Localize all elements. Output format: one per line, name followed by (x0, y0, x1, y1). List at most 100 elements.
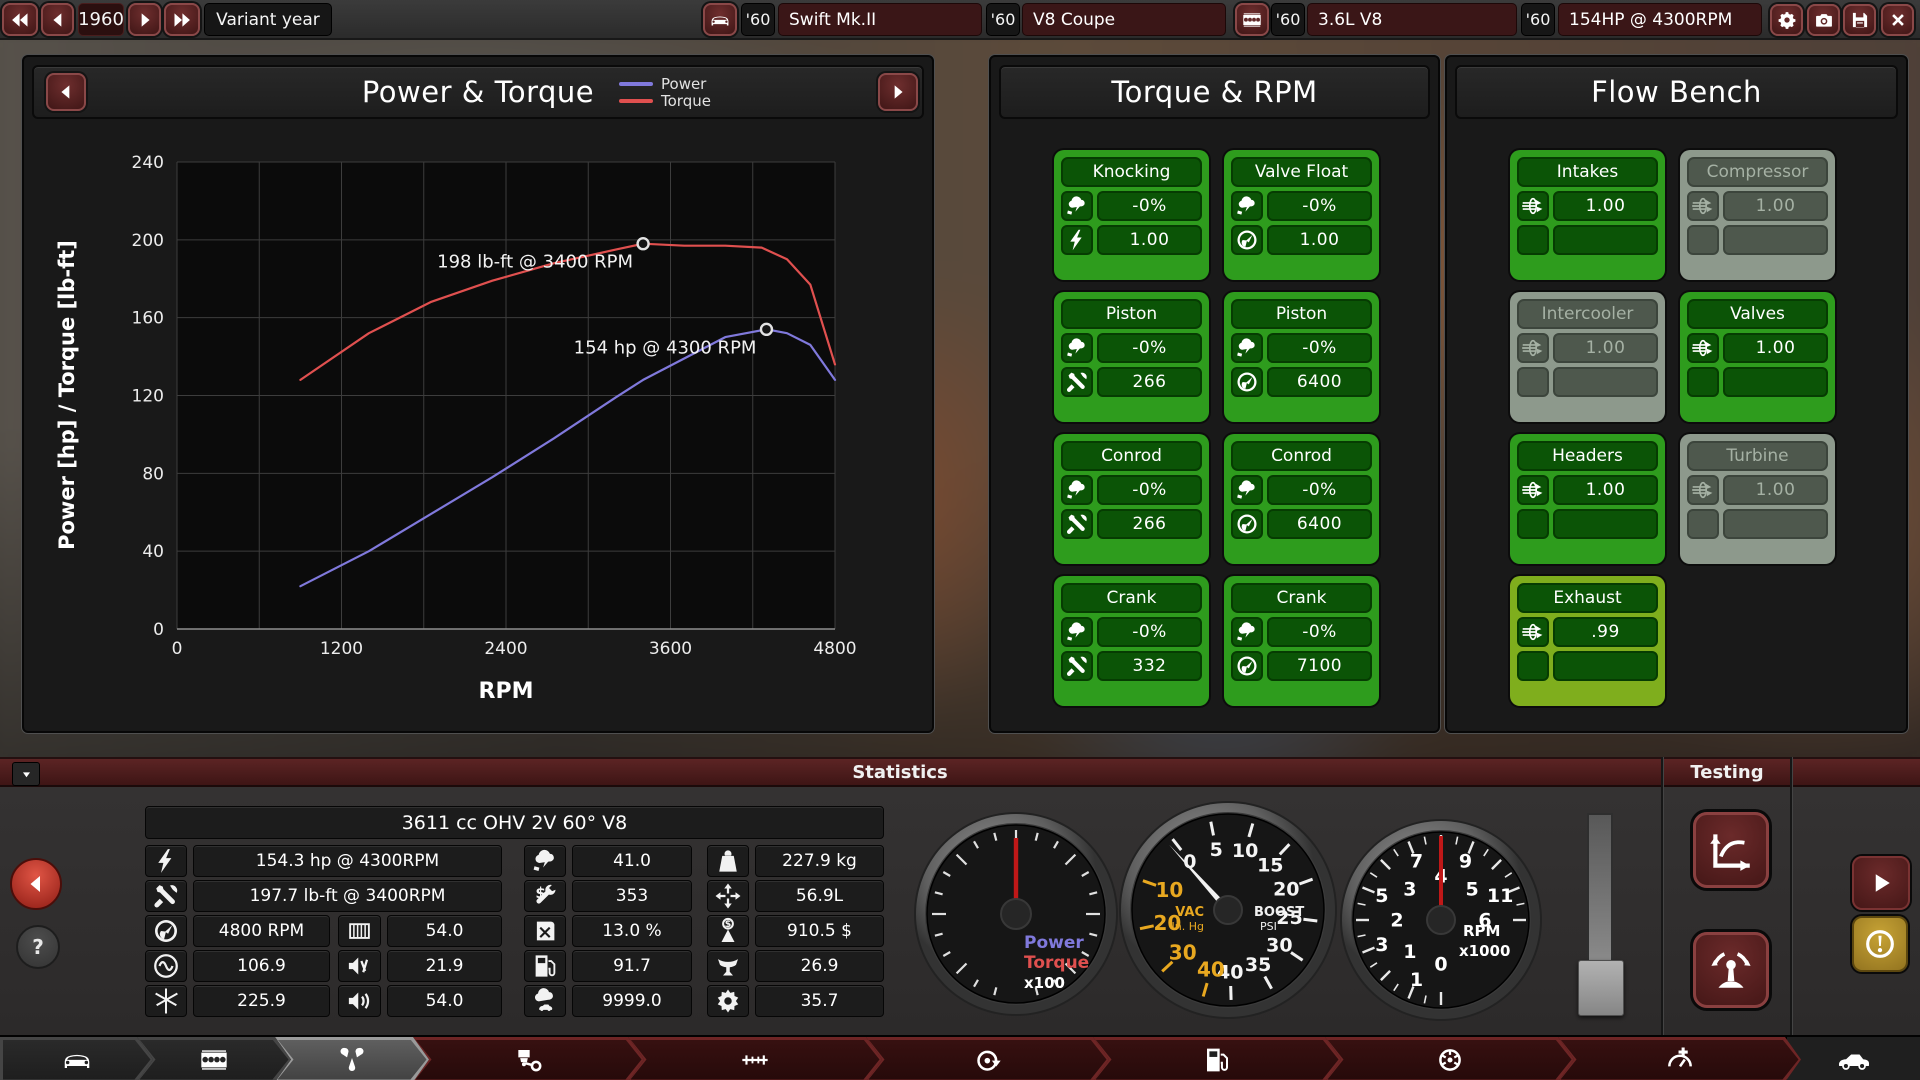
stat-value: 353 (572, 880, 692, 912)
knock-stat-icon (524, 845, 566, 877)
flow-icon-cell (1517, 333, 1549, 363)
box-label: Turbine (1687, 441, 1828, 471)
chevron-left-icon (24, 872, 48, 896)
box-value: 1.00 (1553, 191, 1658, 221)
throttle-slider-track[interactable] (1587, 813, 1613, 979)
entity-name-field[interactable]: Swift Mk.II (778, 3, 982, 36)
camera-button[interactable] (1807, 4, 1840, 36)
box-label: Valve Float (1231, 157, 1372, 187)
tools-stat-icon (145, 880, 187, 912)
year-prev-button[interactable] (41, 3, 74, 36)
year-last-button[interactable] (164, 3, 200, 36)
year-first-button[interactable] (2, 3, 38, 36)
torque-rpm-header: Torque & RPM (999, 65, 1430, 119)
year-next-button[interactable] (128, 3, 161, 36)
box-value: -0% (1267, 617, 1372, 647)
engine-icon (198, 1044, 230, 1076)
svg-text:PSI: PSI (1260, 920, 1277, 933)
turbo-icon (972, 1044, 1004, 1076)
gauge-icon-cell (1231, 509, 1263, 539)
entity-year-chip: '60 (986, 3, 1020, 36)
box-value: -0% (1267, 475, 1372, 505)
tab-car[interactable] (0, 1037, 153, 1080)
chevron-down-icon (20, 768, 33, 781)
save-button[interactable] (1843, 4, 1876, 36)
box-value (1553, 225, 1658, 255)
crank-smooth-icon (146, 951, 186, 981)
gear-button[interactable] (1770, 4, 1803, 36)
statistics-header: Statistics (852, 759, 947, 786)
box-label: Compressor (1687, 157, 1828, 187)
torque-legend-swatch (619, 99, 653, 103)
tab-fuel-dispenser[interactable] (1093, 1037, 1341, 1080)
chevron-right-icon (888, 82, 908, 102)
param-box-crank: Crank-0%7100 (1224, 576, 1379, 706)
entity-name-field[interactable]: 154HP @ 4300RPM (1558, 3, 1762, 36)
empty-icon-cell (1687, 225, 1719, 255)
car-preview-tile[interactable] (1785, 1037, 1920, 1080)
tab-test-gauge[interactable] (1558, 1037, 1801, 1080)
svg-text:Torque: Torque (1024, 953, 1089, 973)
car-icon (61, 1044, 93, 1076)
snowflake-icon (146, 986, 186, 1016)
power-torque-panel: Power & Torque Power Torque 040801201602… (22, 55, 934, 733)
flow-icon (1519, 477, 1547, 503)
stat-value: 9999.0 (572, 985, 692, 1017)
tab-heads[interactable] (275, 1037, 429, 1080)
stat-value: 4800 RPM (193, 915, 330, 947)
chart-next-button[interactable] (878, 73, 918, 111)
box-value (1723, 367, 1828, 397)
tab-ignition[interactable] (1325, 1037, 1574, 1080)
stat-value: 910.5 $ (755, 915, 884, 947)
help-button[interactable]: ? (16, 925, 60, 969)
box-value: 1.00 (1267, 225, 1372, 255)
knock-icon (1233, 193, 1261, 219)
knock-icon-cell (1231, 333, 1263, 363)
back-button[interactable] (10, 858, 62, 910)
tab-piston-conrod[interactable] (413, 1037, 644, 1080)
noise-muffled-icon (339, 951, 380, 981)
entity-name-field[interactable]: 3.6L V8 (1307, 3, 1517, 36)
knock-icon (1063, 193, 1091, 219)
box-value: -0% (1267, 333, 1372, 363)
box-value: 1.00 (1553, 333, 1658, 363)
throttle-slider-handle[interactable] (1578, 960, 1624, 1016)
bolt-stat-icon (145, 845, 187, 877)
flow-icon (1689, 477, 1717, 503)
tab-turbo[interactable] (866, 1037, 1109, 1080)
dimensions-icon (708, 881, 748, 911)
entity-year-chip: '60 (1271, 3, 1305, 36)
flow-icon (1519, 335, 1547, 361)
collapse-statistics-button[interactable] (12, 762, 40, 786)
svg-text:35: 35 (1245, 954, 1271, 976)
boost-vacuum-gauge: 051015202530354010203040VACIn. HgBOOSTPS… (1117, 799, 1339, 1021)
warning-button[interactable] (1852, 916, 1908, 972)
run-test-button[interactable] (1852, 856, 1910, 910)
gear-icon (1777, 10, 1797, 30)
entity-name-field[interactable]: V8 Coupe (1022, 3, 1226, 36)
close-button[interactable] (1881, 4, 1914, 36)
knock-icon-cell (1231, 617, 1263, 647)
tab-valvetrain[interactable] (628, 1037, 882, 1080)
engine-name: 3611 cc OHV 2V 60° V8 (145, 806, 884, 839)
engine-button[interactable] (1235, 3, 1269, 36)
tools-icon (1063, 653, 1091, 679)
bolt-icon-cell (1061, 225, 1093, 255)
param-box-knocking: Knocking-0%1.00 (1054, 150, 1209, 280)
box-value: 1.00 (1723, 475, 1828, 505)
stat-value: 21.9 (387, 950, 502, 982)
torque-legend-label: Torque (661, 92, 711, 110)
octane-icon (525, 951, 565, 981)
box-value: -0% (1097, 191, 1202, 221)
svg-text:2400: 2400 (484, 639, 527, 659)
box-value: 266 (1097, 509, 1202, 539)
svg-text:154 hp @ 4300 RPM: 154 hp @ 4300 RPM (574, 337, 757, 358)
car-button[interactable] (703, 3, 737, 36)
param-box-conrod: Conrod-0%6400 (1224, 434, 1379, 564)
svg-text:Power: Power (1024, 933, 1084, 953)
dimensions-stat-icon (707, 880, 749, 912)
variant-year-label: Variant year (204, 3, 332, 36)
tab-engine[interactable] (137, 1037, 291, 1080)
dyno-run-button[interactable] (1693, 932, 1769, 1008)
dyno-curve-button[interactable] (1693, 812, 1769, 888)
